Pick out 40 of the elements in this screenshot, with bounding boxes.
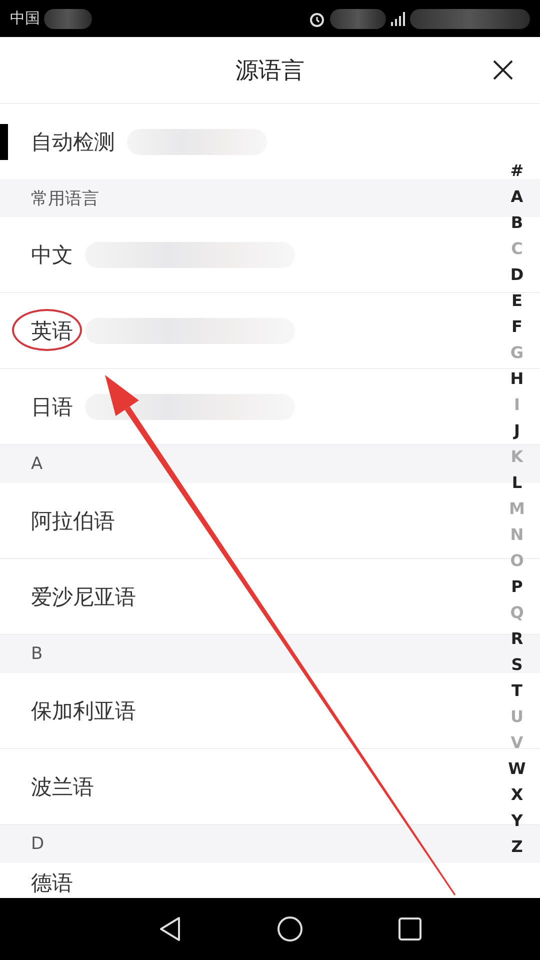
index-letter[interactable]: R xyxy=(510,626,524,652)
index-letter[interactable]: A xyxy=(510,184,524,210)
language-item[interactable]: 自动检测 xyxy=(0,104,494,179)
language-name: 保加利亚语 xyxy=(31,698,136,724)
section-title: B xyxy=(31,644,43,664)
index-letter[interactable]: H xyxy=(510,366,524,392)
page-title: 源语言 xyxy=(236,56,304,86)
redaction-patch xyxy=(44,8,92,28)
index-letter[interactable]: S xyxy=(511,652,523,678)
index-letter[interactable]: D xyxy=(510,262,524,288)
section-title: D xyxy=(31,834,44,854)
back-icon[interactable] xyxy=(158,916,182,942)
index-letter[interactable]: B xyxy=(510,210,524,236)
language-name: 英语 xyxy=(31,318,73,344)
home-icon[interactable] xyxy=(277,916,303,942)
index-letter[interactable]: W xyxy=(508,756,526,782)
index-letter[interactable]: L xyxy=(512,470,522,496)
section-title: 常用语言 xyxy=(31,188,99,210)
index-letter[interactable]: T xyxy=(512,678,522,704)
carrier-name: 中国 xyxy=(10,9,40,28)
index-letter[interactable]: Z xyxy=(511,834,523,860)
language-name: 中文 xyxy=(31,242,73,268)
language-name: 爱沙尼亚语 xyxy=(31,584,136,610)
index-letter[interactable]: # xyxy=(510,158,524,184)
language-name: 阿拉伯语 xyxy=(31,508,115,534)
language-name: 自动检测 xyxy=(31,128,115,156)
recents-icon[interactable] xyxy=(398,917,422,941)
language-name: 日语 xyxy=(31,394,73,420)
index-letter[interactable]: Y xyxy=(511,808,523,834)
index-letter[interactable]: J xyxy=(514,418,520,444)
section-title: A xyxy=(31,454,43,474)
index-letter[interactable]: P xyxy=(511,574,523,600)
index-letter[interactable]: E xyxy=(512,288,522,314)
index-letter[interactable]: F xyxy=(512,314,522,340)
language-name: 德语 xyxy=(31,870,73,897)
language-name: 波兰语 xyxy=(31,774,94,800)
signal-icon xyxy=(390,10,406,26)
redaction-patch xyxy=(330,8,386,28)
index-letter[interactable]: X xyxy=(510,782,524,808)
close-icon[interactable] xyxy=(492,59,514,81)
